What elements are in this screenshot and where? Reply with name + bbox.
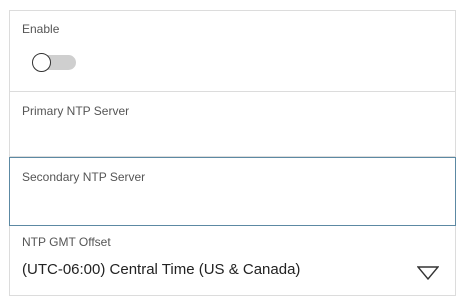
enable-label: Enable	[22, 22, 60, 36]
enable-field: Enable	[9, 10, 456, 91]
secondary-ntp-server-label: Secondary NTP Server	[22, 170, 146, 184]
ntp-gmt-offset-value: (UTC-06:00) Central Time (US & Canada)	[22, 261, 301, 278]
ntp-settings-form: Enable Primary NTP Server Secondary NTP …	[9, 10, 456, 296]
secondary-ntp-server-field: Secondary NTP Server	[9, 157, 456, 226]
triangle-down-icon[interactable]	[417, 266, 439, 280]
secondary-ntp-server-input[interactable]	[21, 193, 444, 213]
primary-ntp-server-input[interactable]	[21, 126, 444, 146]
ntp-gmt-offset-select[interactable]: NTP GMT Offset (UTC-06:00) Central Time …	[9, 226, 456, 296]
primary-ntp-server-field: Primary NTP Server	[9, 91, 456, 157]
ntp-gmt-offset-label: NTP GMT Offset	[22, 235, 111, 249]
enable-toggle[interactable]	[32, 53, 77, 72]
primary-ntp-server-label: Primary NTP Server	[22, 104, 130, 118]
toggle-knob	[32, 53, 51, 72]
